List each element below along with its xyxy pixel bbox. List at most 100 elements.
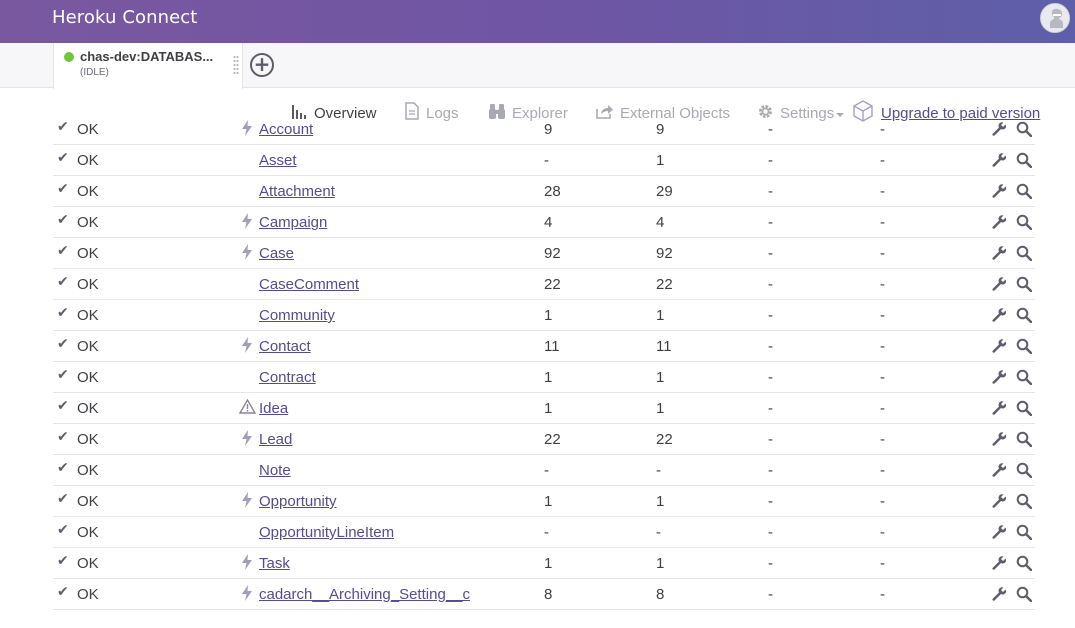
search-icon[interactable]: [1016, 431, 1033, 451]
wrench-icon[interactable]: [991, 338, 1007, 358]
connection-state: (IDLE): [80, 67, 109, 78]
row-value: -: [768, 183, 773, 200]
wrench-icon[interactable]: [991, 152, 1007, 172]
object-name-link[interactable]: CaseComment: [259, 276, 359, 293]
row-value: 1: [656, 555, 665, 572]
table-row: ✔ OK Contact 11 11 - -: [53, 331, 1035, 362]
lightning-icon: [241, 213, 253, 233]
wrench-icon[interactable]: [991, 555, 1007, 575]
lightning-icon: [241, 585, 253, 605]
search-icon[interactable]: [1016, 524, 1033, 544]
search-icon[interactable]: [1016, 369, 1033, 389]
row-value: -: [768, 400, 773, 417]
row-status: OK: [77, 214, 99, 231]
object-name-link[interactable]: cadarch__Archiving_Setting__c: [259, 586, 470, 603]
row-value: 22: [544, 276, 561, 293]
wrench-icon[interactable]: [991, 276, 1007, 296]
row-value: 1: [544, 369, 553, 386]
row-value: 92: [544, 245, 561, 262]
object-name-link[interactable]: Task: [259, 555, 290, 572]
row-value: -: [880, 369, 885, 386]
wrench-icon[interactable]: [991, 121, 1007, 141]
search-icon[interactable]: [1016, 400, 1033, 420]
user-avatar-icon[interactable]: [1040, 3, 1070, 33]
checkmark-icon: ✔: [57, 367, 69, 383]
row-value: 1: [656, 493, 665, 510]
checkmark-icon: ✔: [57, 522, 69, 538]
wrench-icon[interactable]: [991, 586, 1007, 606]
row-value: 1: [656, 400, 665, 417]
row-value: 1: [656, 307, 665, 324]
object-name-link[interactable]: Contact: [259, 338, 311, 355]
search-icon[interactable]: [1016, 152, 1033, 172]
search-icon[interactable]: [1016, 338, 1033, 358]
object-name-link[interactable]: Idea: [259, 400, 288, 417]
row-value: 1: [656, 152, 665, 169]
object-name-link[interactable]: Case: [259, 245, 294, 262]
row-value: -: [768, 152, 773, 169]
wrench-icon[interactable]: [991, 307, 1007, 327]
wrench-icon[interactable]: [991, 493, 1007, 513]
row-value: -: [880, 431, 885, 448]
object-name-link[interactable]: Account: [259, 121, 313, 138]
table-row: ✔ OK Task 1 1 - -: [53, 548, 1035, 579]
search-icon[interactable]: [1016, 586, 1033, 606]
object-name-link[interactable]: Contract: [259, 369, 316, 386]
table-row: ✔ OK Asset - 1 - -: [53, 145, 1035, 176]
object-name-link[interactable]: Attachment: [259, 183, 335, 200]
add-connection-button[interactable]: +: [250, 53, 274, 77]
object-name-link[interactable]: Community: [259, 307, 335, 324]
row-value: -: [880, 245, 885, 262]
object-name-link[interactable]: OpportunityLineItem: [259, 524, 394, 541]
row-status: OK: [77, 586, 99, 603]
checkmark-icon: ✔: [57, 243, 69, 259]
wrench-icon[interactable]: [991, 183, 1007, 203]
wrench-icon[interactable]: [991, 462, 1007, 482]
row-value: 1: [544, 493, 553, 510]
search-icon[interactable]: [1016, 493, 1033, 513]
object-name-link[interactable]: Lead: [259, 431, 292, 448]
table-row: ✔ OK OpportunityLineItem - - - -: [53, 517, 1035, 548]
wrench-icon[interactable]: [991, 369, 1007, 389]
lightning-icon: [241, 337, 253, 357]
object-name-link[interactable]: Campaign: [259, 214, 327, 231]
row-value: 22: [544, 431, 561, 448]
row-status: OK: [77, 462, 99, 479]
wrench-icon[interactable]: [991, 245, 1007, 265]
search-icon[interactable]: [1016, 121, 1033, 141]
wrench-icon[interactable]: [991, 400, 1007, 420]
row-value: -: [880, 555, 885, 572]
table-row: ✔ OK CaseComment 22 22 - -: [53, 269, 1035, 300]
row-value: -: [768, 555, 773, 572]
lightning-icon: [241, 244, 253, 264]
search-icon[interactable]: [1016, 245, 1033, 265]
search-icon[interactable]: [1016, 555, 1033, 575]
object-name-link[interactable]: Asset: [259, 152, 297, 169]
row-status: OK: [77, 307, 99, 324]
row-value: 28: [544, 183, 561, 200]
search-icon[interactable]: [1016, 307, 1033, 327]
search-icon[interactable]: [1016, 462, 1033, 482]
checkmark-icon: ✔: [57, 305, 69, 321]
table-row: ✔ OK Lead 22 22 - -: [53, 424, 1035, 455]
search-icon[interactable]: [1016, 183, 1033, 203]
object-name-link[interactable]: Note: [259, 462, 291, 479]
row-value: 29: [656, 183, 673, 200]
checkmark-icon: ✔: [57, 212, 69, 228]
row-value: -: [768, 493, 773, 510]
row-value: -: [880, 307, 885, 324]
row-value: -: [768, 307, 773, 324]
wrench-icon[interactable]: [991, 524, 1007, 544]
object-name-link[interactable]: Opportunity: [259, 493, 337, 510]
row-value: -: [880, 183, 885, 200]
drag-handle-icon[interactable]: [233, 55, 239, 75]
search-icon[interactable]: [1016, 214, 1033, 234]
row-value: -: [880, 462, 885, 479]
search-icon[interactable]: [1016, 276, 1033, 296]
wrench-icon[interactable]: [991, 214, 1007, 234]
wrench-icon[interactable]: [991, 431, 1007, 451]
connection-tab[interactable]: chas-dev:DATABAS... (IDLE): [53, 43, 243, 89]
row-value: -: [768, 524, 773, 541]
row-value: 4: [544, 214, 553, 231]
lightning-icon: [241, 554, 253, 574]
